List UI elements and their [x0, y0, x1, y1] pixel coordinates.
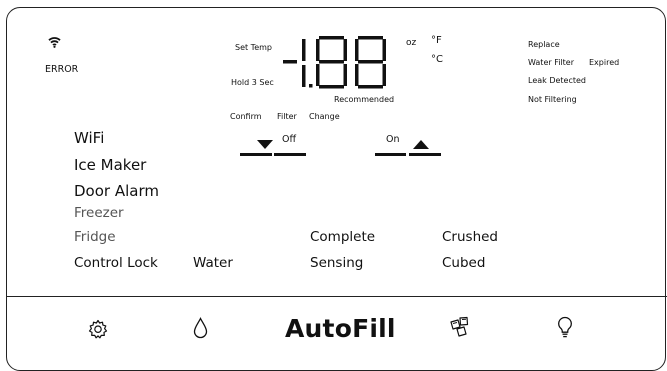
replace-label: Replace	[528, 40, 560, 49]
expired-label: Expired	[589, 58, 620, 67]
off-bar	[274, 153, 306, 156]
unit-oz: oz	[406, 38, 417, 48]
filter-label: Filter	[277, 112, 297, 121]
menu-wifi[interactable]: WiFi	[74, 129, 104, 147]
on-bar	[375, 153, 406, 156]
set-temp-label: Set Temp	[235, 43, 272, 52]
hold-label: Hold 3 Sec	[231, 78, 274, 87]
menu-door-alarm[interactable]: Door Alarm	[74, 182, 159, 200]
menu-complete[interactable]: Complete	[310, 229, 375, 245]
menu-sensing[interactable]: Sensing	[310, 255, 363, 271]
on-label: On	[386, 134, 400, 145]
arrow-down-icon[interactable]	[257, 134, 273, 153]
up-bar	[409, 153, 441, 156]
off-label: Off	[282, 134, 297, 145]
confirm-label: Confirm	[230, 112, 262, 121]
water-drop-icon[interactable]	[193, 317, 208, 339]
unit-celsius: °C	[431, 54, 443, 65]
leak-detected-label: Leak Detected	[528, 76, 586, 85]
wifi-icon	[48, 36, 61, 48]
arrow-up-icon[interactable]	[413, 134, 429, 153]
unit-fahrenheit: °F	[431, 35, 442, 46]
menu-freezer[interactable]: Freezer	[74, 205, 124, 221]
menu-water[interactable]: Water	[193, 255, 233, 271]
light-bulb-icon[interactable]	[557, 316, 573, 340]
ice-cubes-icon[interactable]	[449, 316, 471, 338]
change-label: Change	[309, 112, 340, 121]
settings-gear-icon[interactable]	[88, 319, 108, 339]
error-label: ERROR	[45, 64, 79, 75]
recommended-label: Recommended	[334, 95, 395, 104]
panel-divider	[7, 296, 667, 297]
menu-cubed[interactable]: Cubed	[442, 255, 485, 271]
menu-fridge[interactable]: Fridge	[74, 229, 116, 245]
menu-control-lock[interactable]: Control Lock	[74, 255, 158, 271]
water-filter-label: Water Filter	[528, 58, 575, 67]
autofill-button[interactable]: AutoFill	[285, 314, 396, 343]
menu-ice-maker[interactable]: Ice Maker	[74, 156, 146, 174]
confirm-bar	[240, 153, 272, 156]
temperature-display	[283, 35, 393, 95]
not-filtering-label: Not Filtering	[528, 95, 577, 104]
menu-crushed[interactable]: Crushed	[442, 229, 498, 245]
